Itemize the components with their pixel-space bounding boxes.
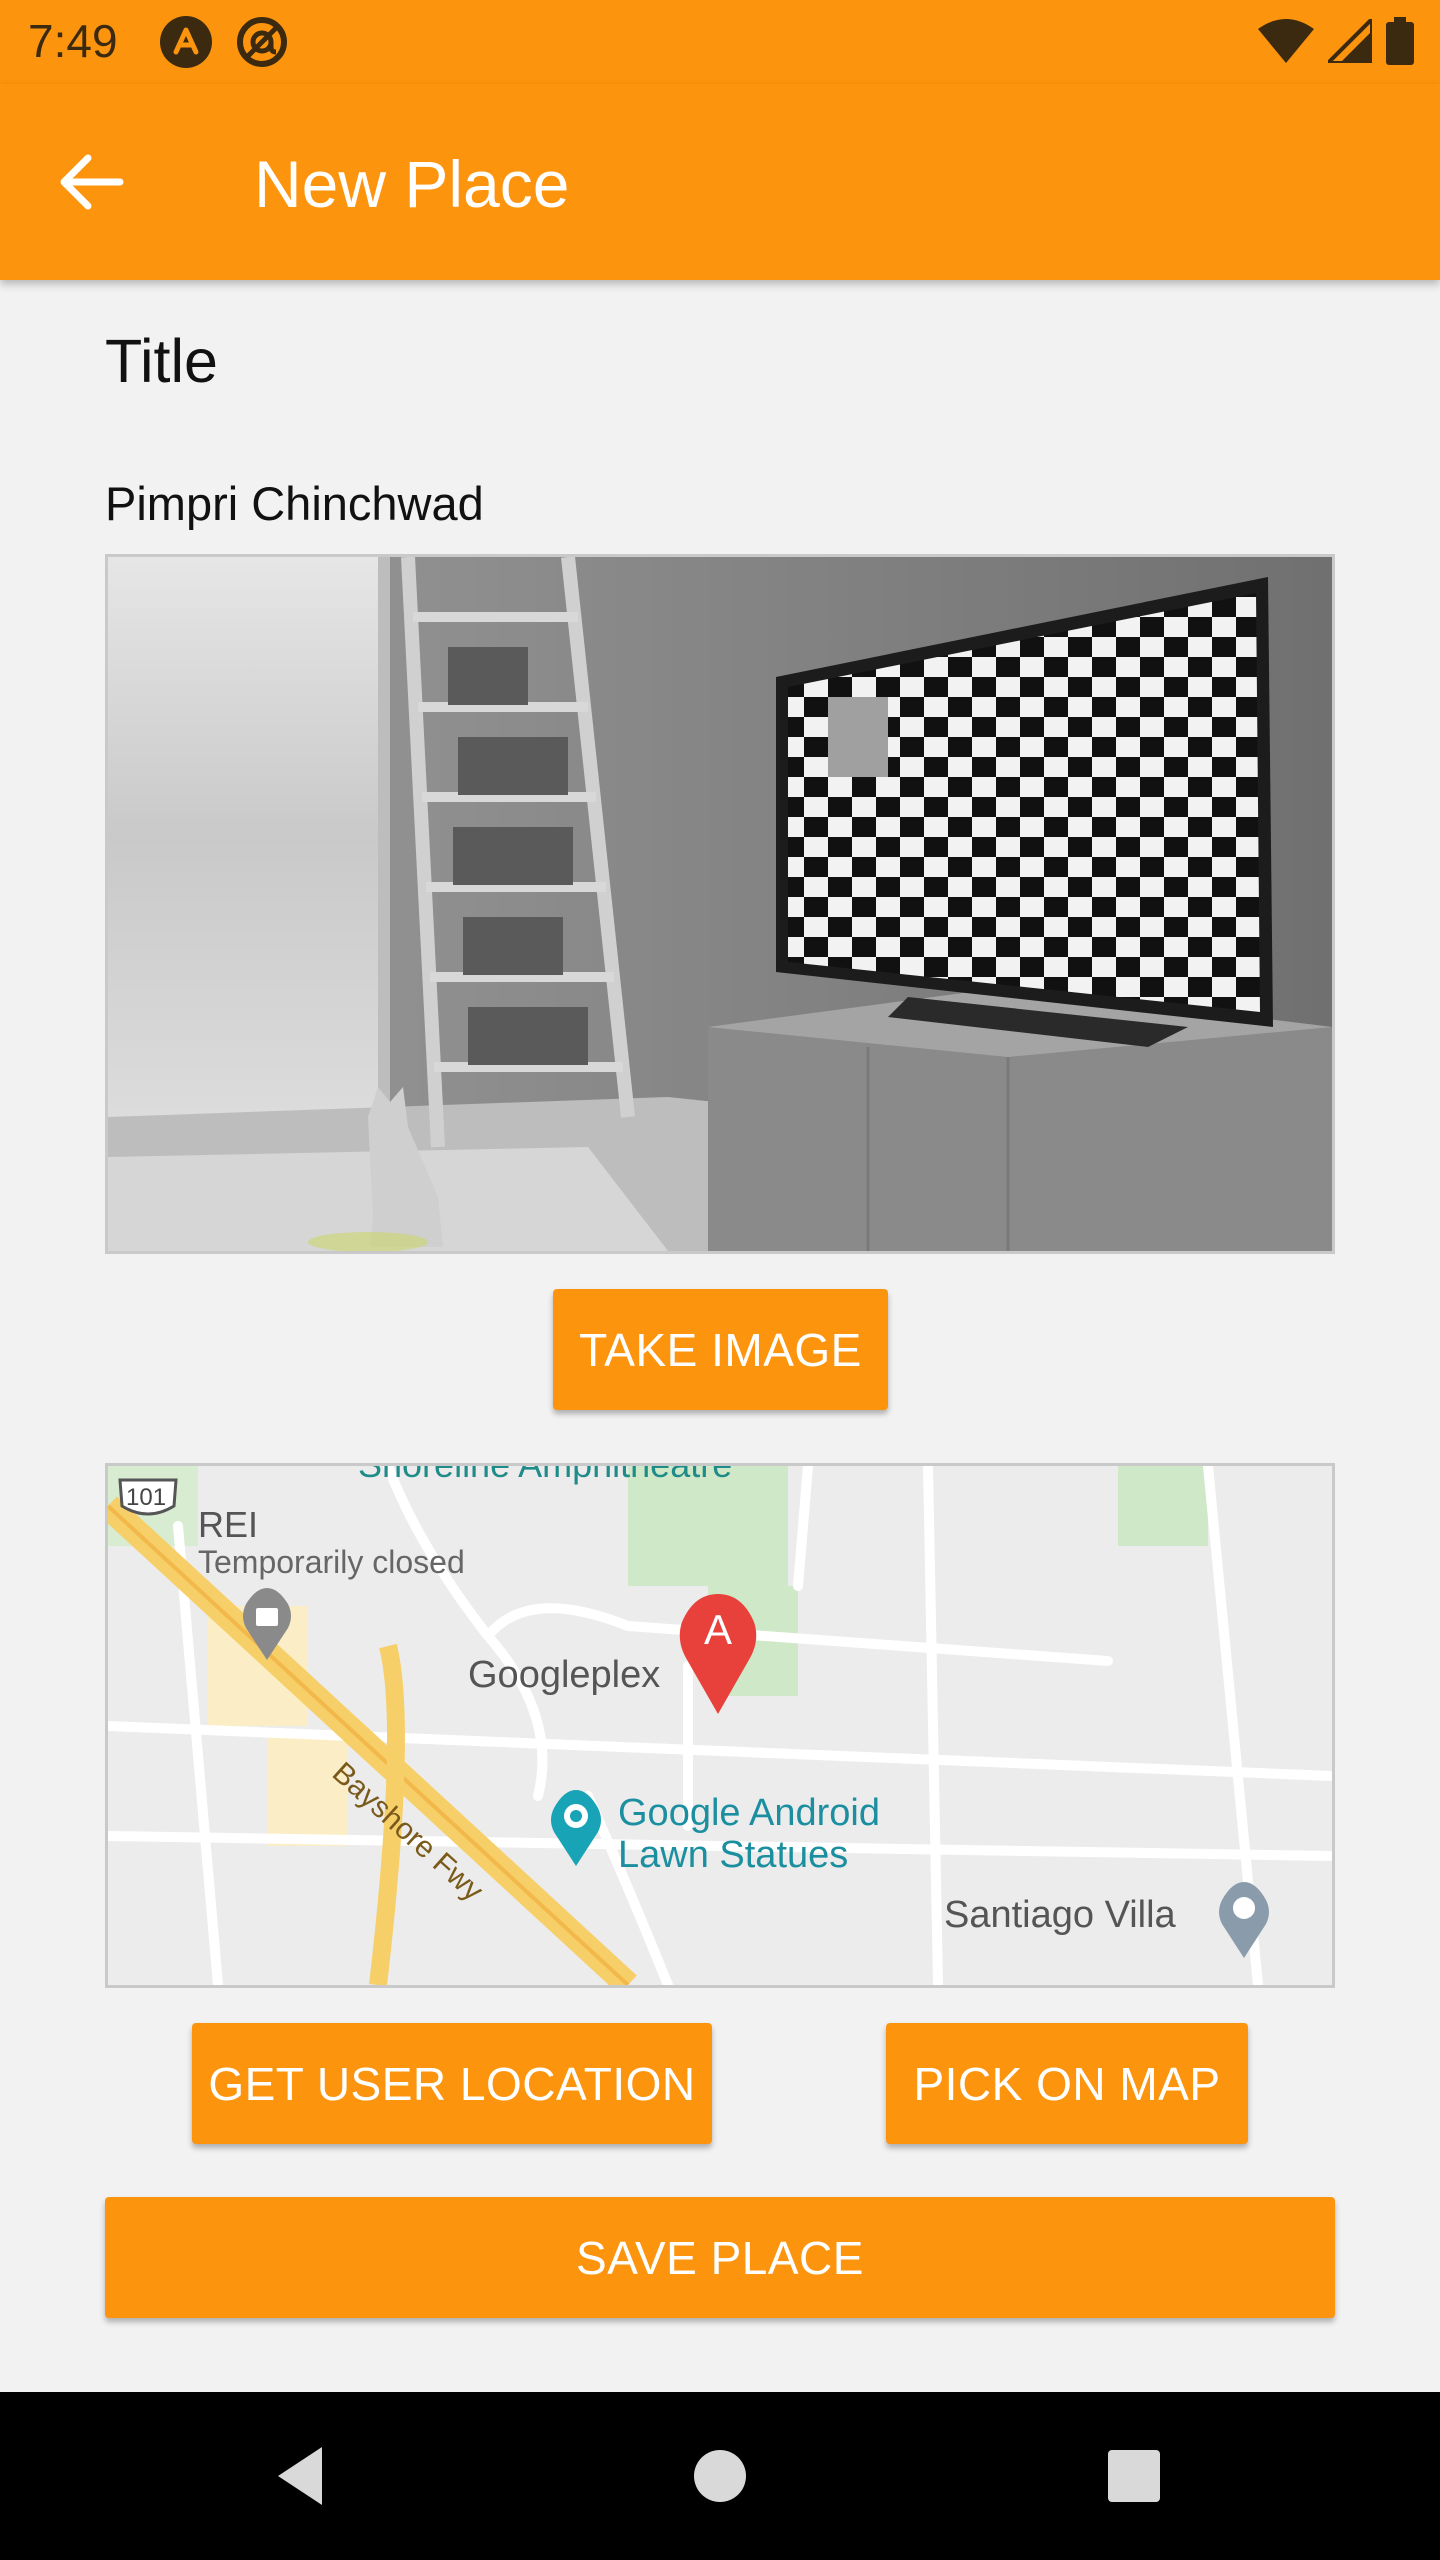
status-time: 7:49 — [28, 15, 118, 67]
map-label-android-statues-1: Google Android — [618, 1792, 880, 1834]
battery-icon — [1386, 16, 1414, 70]
save-place-button[interactable]: SAVE PLACE — [105, 2197, 1335, 2318]
map-label-android-statues-2: Lawn Statues — [618, 1834, 849, 1876]
page-title: New Place — [254, 147, 570, 221]
map-label-googleplex: Googleplex — [468, 1654, 661, 1696]
nav-recents-icon[interactable] — [1086, 2428, 1182, 2524]
map-label-amphitheatre: Shoreline Amphitheatre — [358, 1463, 733, 1485]
map-label-santiago: Santiago Villa — [944, 1894, 1176, 1936]
nav-home-icon[interactable] — [672, 2428, 768, 2524]
location-marker-label: A — [704, 1606, 733, 1653]
pick-on-map-button[interactable]: PICK ON MAP — [886, 2023, 1248, 2144]
back-button[interactable] — [40, 138, 144, 230]
map-preview[interactable]: 101 Shoreline Amphitheatre REI Temporari… — [105, 1463, 1335, 1988]
place-pin-icon — [1216, 1882, 1272, 1963]
wifi-icon — [1258, 18, 1314, 68]
status-icons — [1258, 13, 1414, 70]
image-preview — [105, 554, 1335, 1254]
nav-back-icon[interactable] — [252, 2428, 348, 2524]
get-user-location-button[interactable]: GET USER LOCATION — [192, 2023, 712, 2144]
arrow-back-icon — [60, 154, 124, 215]
shopping-bag-icon — [240, 1588, 294, 1665]
at-icon — [236, 16, 288, 68]
highway-label: 101 — [126, 1484, 167, 1511]
camera-pin-icon — [548, 1790, 604, 1871]
status-bar: 7:49 — [0, 0, 1440, 84]
title-label: Title — [105, 327, 218, 395]
map-label-rei: REI — [198, 1504, 259, 1545]
map-label-rei-status: Temporarily closed — [198, 1544, 465, 1580]
app-bar: New Place — [0, 84, 1440, 280]
app-a-icon — [160, 16, 212, 68]
navigation-bar — [0, 2392, 1440, 2560]
signal-icon — [1323, 13, 1374, 68]
take-image-button[interactable]: TAKE IMAGE — [553, 1289, 888, 1410]
title-field[interactable]: Pimpri Chinchwad — [105, 476, 484, 531]
